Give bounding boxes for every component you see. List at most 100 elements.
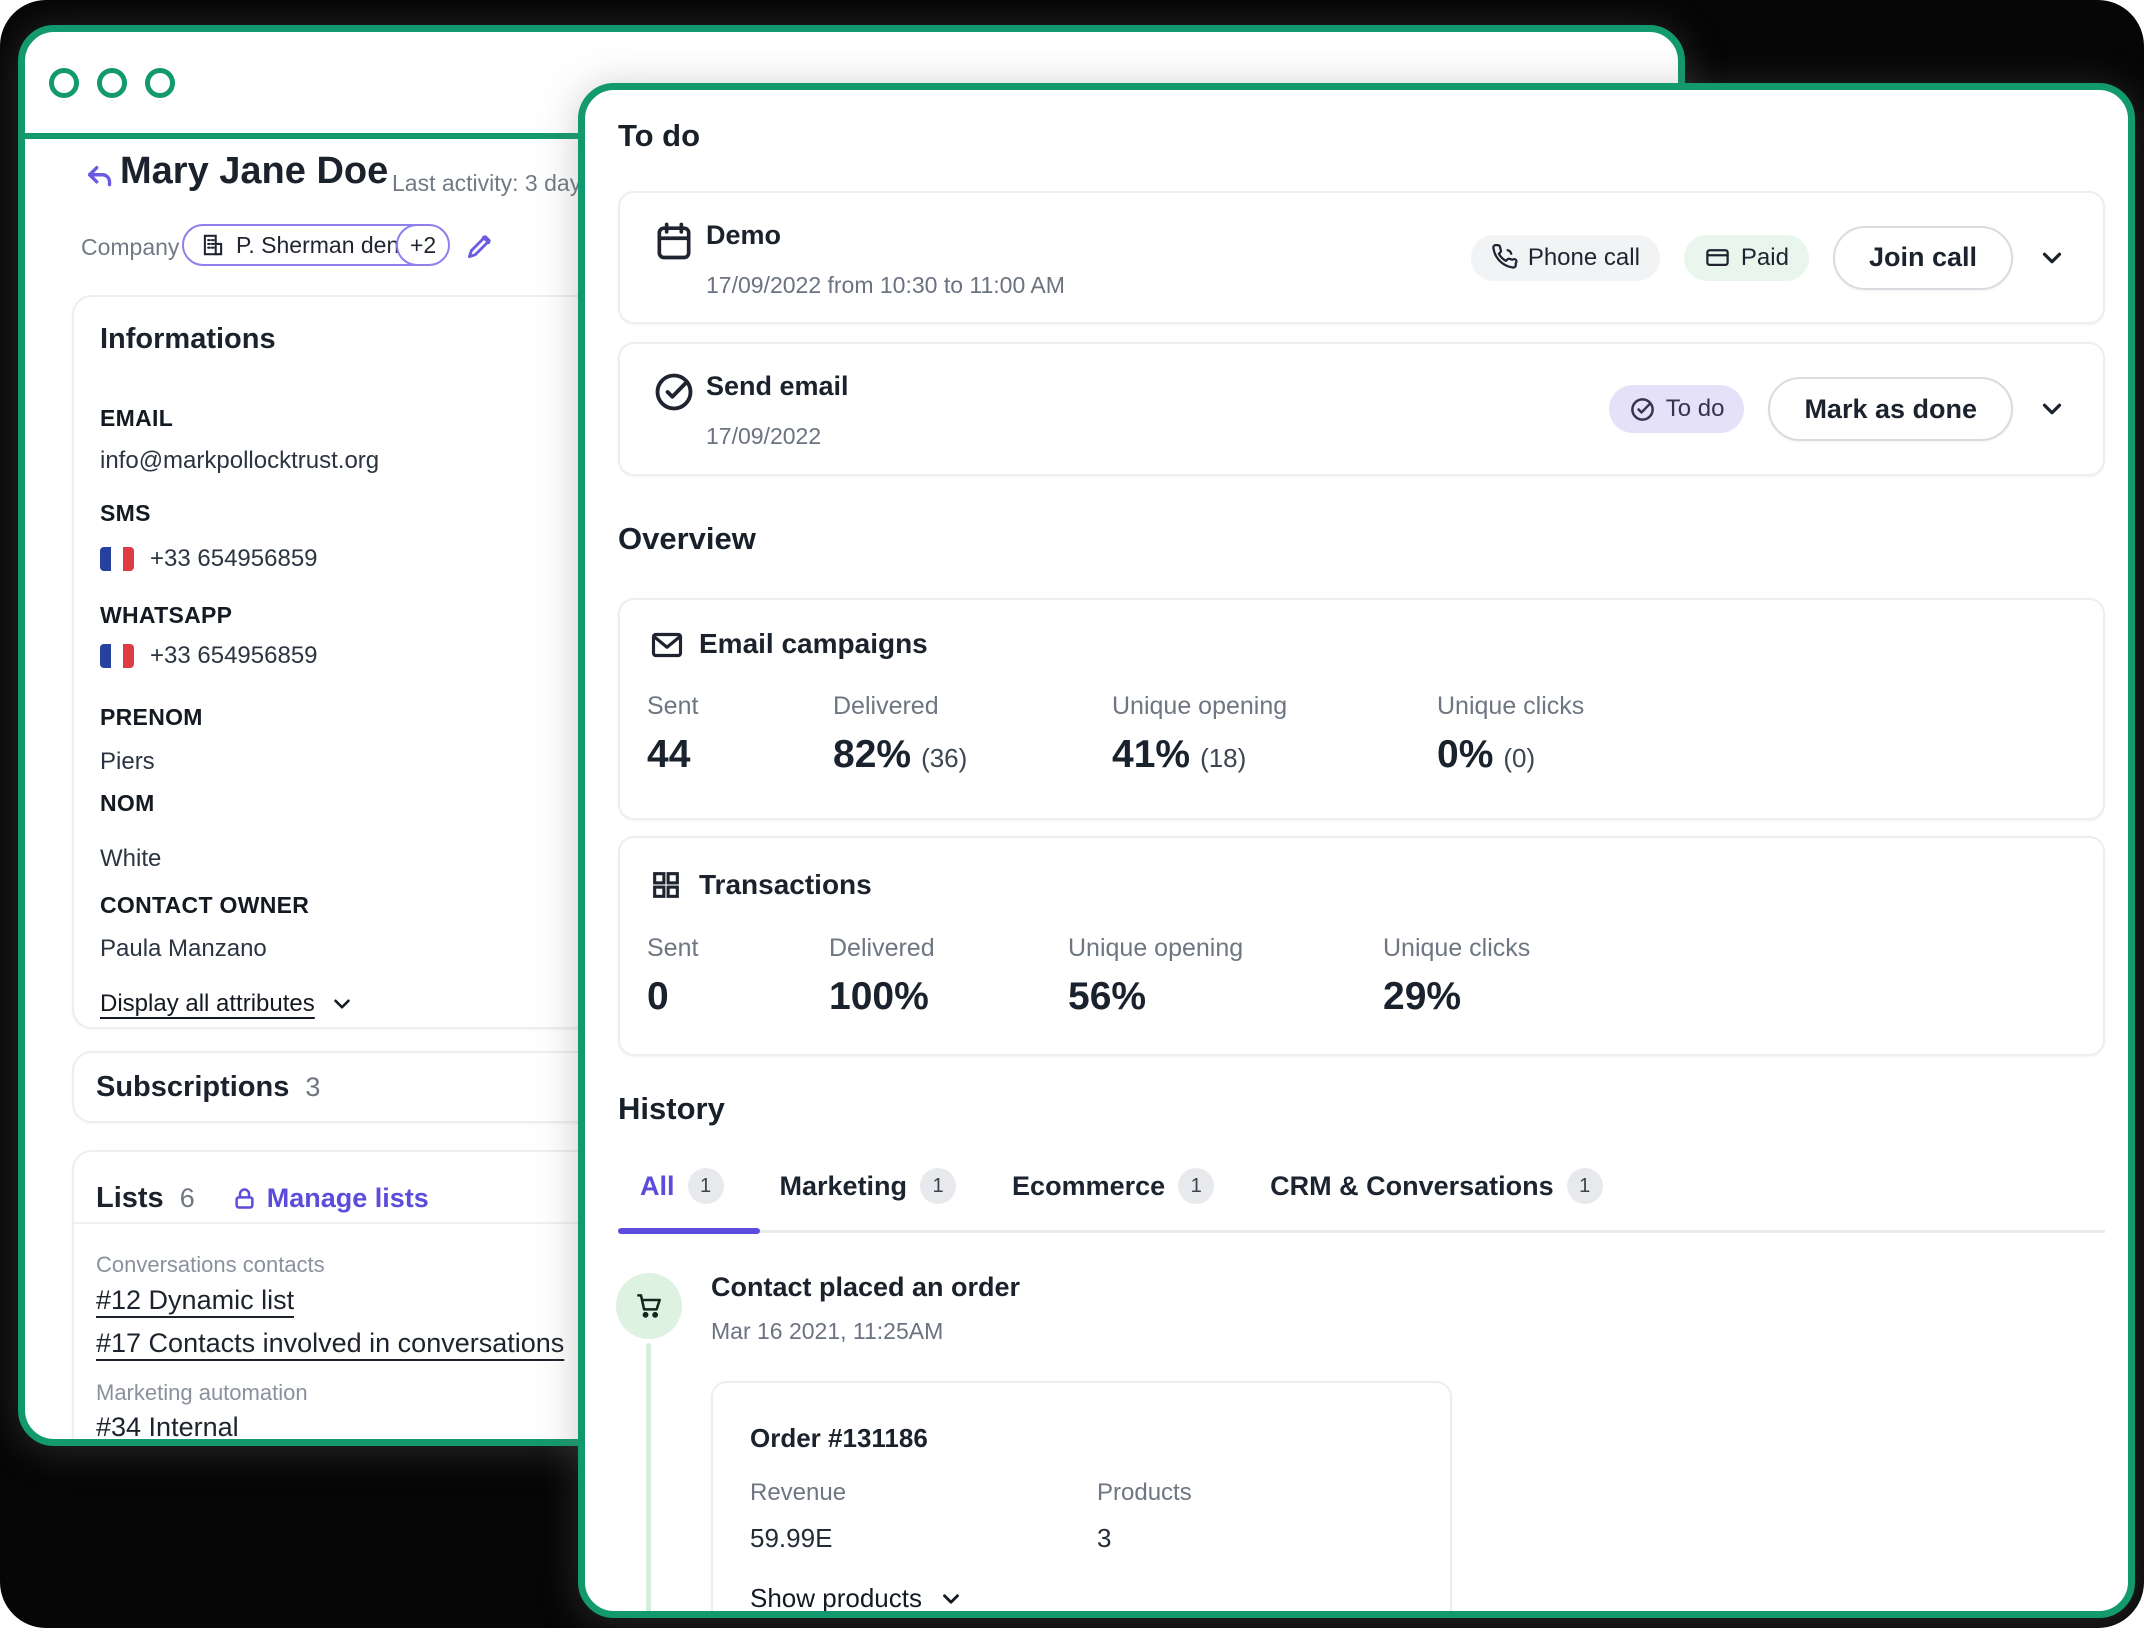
chevron-down-icon[interactable] bbox=[2037, 243, 2067, 273]
grid-icon bbox=[649, 868, 683, 902]
sms-number: +33 654956859 bbox=[150, 545, 318, 573]
window-dot bbox=[49, 68, 79, 98]
active-tab-indicator bbox=[618, 1228, 760, 1234]
attribute-label: NOM bbox=[100, 790, 155, 817]
attribute-label: CONTACT OWNER bbox=[100, 892, 309, 919]
join-call-button[interactable]: Join call bbox=[1833, 226, 2013, 290]
card-title: Email campaigns bbox=[699, 628, 928, 660]
attribute-label: WHATSAPP bbox=[100, 602, 232, 629]
show-products-toggle[interactable]: Show products bbox=[750, 1583, 964, 1614]
subscriptions-count: 3 bbox=[305, 1072, 320, 1103]
task-title: Send email bbox=[706, 371, 849, 402]
building-icon bbox=[200, 232, 226, 258]
company-more-badge[interactable]: +2 bbox=[396, 224, 450, 266]
mail-icon bbox=[649, 627, 685, 663]
timeline-event-icon bbox=[616, 1273, 682, 1339]
chevron-down-icon bbox=[938, 1586, 964, 1612]
list-group-label: Conversations contacts bbox=[96, 1252, 325, 1278]
task-date: 17/09/2022 bbox=[706, 423, 821, 450]
list-item-link[interactable]: #34 Internal bbox=[96, 1412, 239, 1443]
tab-all[interactable]: All 1 bbox=[640, 1168, 724, 1204]
task-actions: Phone call Paid Join call bbox=[1471, 226, 2067, 290]
task-card-send-email: Send email 17/09/2022 To do Mark as done bbox=[618, 342, 2105, 476]
phone-icon bbox=[1491, 244, 1518, 271]
back-icon[interactable] bbox=[84, 162, 118, 196]
order-card: Order #131186 Revenue 59.99E Products 3 … bbox=[711, 1381, 1452, 1618]
products-value: 3 bbox=[1097, 1523, 1111, 1554]
order-title: Order #131186 bbox=[750, 1423, 928, 1454]
stat-unique-opening: Unique opening 56% bbox=[1068, 934, 1243, 1019]
whatsapp-number: +33 654956859 bbox=[150, 642, 318, 670]
stat-delivered: Delivered 82%(36) bbox=[833, 692, 967, 777]
task-title: Demo bbox=[706, 220, 781, 251]
tab-ecommerce[interactable]: Ecommerce 1 bbox=[1012, 1168, 1214, 1204]
lists-title: Lists bbox=[96, 1182, 164, 1215]
activity-window: To do Demo 17/09/2022 from 10:30 to 11:0… bbox=[578, 83, 2135, 1618]
company-label: Company bbox=[81, 234, 179, 261]
attribute-value: +33 654956859 bbox=[100, 642, 318, 670]
products-label: Products bbox=[1097, 1479, 1192, 1507]
stat-unique-clicks: Unique clicks 29% bbox=[1383, 934, 1530, 1019]
revenue-value: 59.99E bbox=[750, 1523, 832, 1554]
event-title: Contact placed an order bbox=[711, 1272, 1020, 1303]
informations-title: Informations bbox=[100, 323, 276, 356]
task-date: 17/09/2022 from 10:30 to 11:00 AM bbox=[706, 272, 1065, 299]
overview-heading: Overview bbox=[618, 521, 756, 557]
attribute-label: SMS bbox=[100, 500, 151, 527]
attribute-value: White bbox=[100, 845, 161, 873]
stat-delivered: Delivered 100% bbox=[829, 934, 935, 1019]
tab-count: 1 bbox=[688, 1168, 724, 1204]
subscriptions-title: Subscriptions bbox=[96, 1071, 289, 1104]
lists-header: Lists 6 Manage lists bbox=[96, 1182, 429, 1215]
lists-count: 6 bbox=[180, 1183, 195, 1214]
transactions-card: Transactions Sent 0 Delivered 100% Uniqu… bbox=[618, 836, 2105, 1056]
check-circle-icon bbox=[1629, 396, 1656, 423]
flag-france-icon bbox=[100, 644, 134, 668]
attribute-value: +33 654956859 bbox=[100, 545, 318, 573]
tab-count: 1 bbox=[1178, 1168, 1214, 1204]
card-title: Transactions bbox=[699, 869, 872, 901]
attribute-value: Paula Manzano bbox=[100, 935, 267, 963]
app-canvas: Mary Jane Doe Last activity: 3 days Comp… bbox=[0, 0, 2144, 1628]
chevron-down-icon[interactable] bbox=[2037, 394, 2067, 424]
stat-sent: Sent 0 bbox=[647, 934, 698, 1019]
flag-france-icon bbox=[100, 547, 134, 571]
paid-tag: Paid bbox=[1684, 235, 1809, 281]
attribute-label: EMAIL bbox=[100, 405, 173, 432]
last-activity: Last activity: 3 days bbox=[392, 170, 593, 197]
stat-unique-clicks: Unique clicks 0%(0) bbox=[1437, 692, 1584, 777]
credit-card-icon bbox=[1704, 244, 1731, 271]
email-campaigns-card: Email campaigns Sent 44 Delivered 82%(36… bbox=[618, 598, 2105, 820]
tab-count: 1 bbox=[1567, 1168, 1603, 1204]
tab-count: 1 bbox=[920, 1168, 956, 1204]
calendar-icon bbox=[652, 219, 696, 263]
tab-crm-conversations[interactable]: CRM & Conversations 1 bbox=[1270, 1168, 1603, 1204]
phone-call-tag: Phone call bbox=[1471, 235, 1660, 281]
list-item-link[interactable]: #17 Contacts involved in conversations bbox=[96, 1328, 564, 1359]
stat-unique-opening: Unique opening 41%(18) bbox=[1112, 692, 1287, 777]
tab-marketing[interactable]: Marketing 1 bbox=[780, 1168, 957, 1204]
task-card-demo: Demo 17/09/2022 from 10:30 to 11:00 AM P… bbox=[618, 191, 2105, 324]
edit-pencil-icon[interactable] bbox=[464, 230, 496, 262]
lock-icon bbox=[231, 1185, 258, 1212]
attribute-value: info@markpollocktrust.org bbox=[100, 447, 379, 475]
stat-sent: Sent 44 bbox=[647, 692, 700, 777]
mark-as-done-button[interactable]: Mark as done bbox=[1768, 377, 2013, 441]
list-item-link[interactable]: #12 Dynamic list bbox=[96, 1285, 294, 1316]
cart-icon bbox=[633, 1290, 665, 1322]
event-date: Mar 16 2021, 11:25AM bbox=[711, 1318, 943, 1345]
task-actions: To do Mark as done bbox=[1609, 377, 2067, 441]
window-dot bbox=[97, 68, 127, 98]
list-group-label: Marketing automation bbox=[96, 1380, 308, 1406]
todo-status-tag: To do bbox=[1609, 385, 1745, 433]
check-circle-icon bbox=[652, 370, 696, 414]
todo-heading: To do bbox=[618, 118, 700, 154]
timeline-line bbox=[646, 1343, 651, 1618]
attribute-label: PRENOM bbox=[100, 704, 203, 731]
display-all-attributes-link[interactable]: Display all attributes bbox=[100, 990, 355, 1018]
contact-name: Mary Jane Doe bbox=[120, 150, 388, 193]
chevron-down-icon bbox=[329, 991, 355, 1017]
manage-lists-link[interactable]: Manage lists bbox=[231, 1183, 429, 1214]
window-dot bbox=[145, 68, 175, 98]
revenue-label: Revenue bbox=[750, 1479, 846, 1507]
